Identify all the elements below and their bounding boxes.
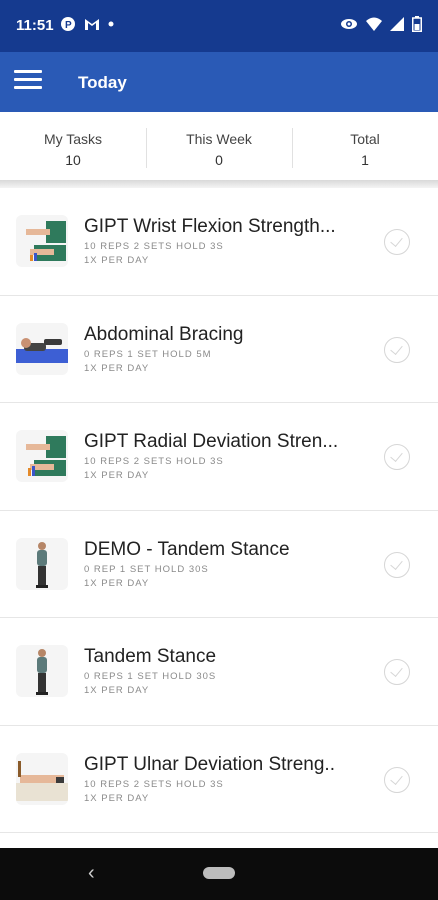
battery-icon bbox=[412, 16, 422, 32]
ulnar-deviation-icon bbox=[16, 752, 68, 805]
abdominal-bracing-icon bbox=[16, 322, 68, 375]
task-item[interactable]: GIPT Radial Deviation Stren... 10 REPS 2… bbox=[0, 403, 438, 511]
task-frequency: 1x PER DAY bbox=[84, 362, 150, 374]
task-item[interactable]: GIPT Ulnar Deviation Streng.. 10 REPS 2 … bbox=[0, 725, 438, 833]
status-time: 11:51 bbox=[16, 17, 54, 34]
app-bar: Today bbox=[0, 52, 438, 112]
stat-label: My Tasks bbox=[43, 131, 103, 147]
task-title: DEMO - Tandem Stance bbox=[84, 538, 290, 560]
divider bbox=[0, 180, 438, 188]
task-frequency: 1x PER DAY bbox=[84, 685, 150, 696]
hamburger-icon-line bbox=[14, 86, 42, 89]
task-item[interactable]: GIPT Wrist Flexion Strength... 10 REPS 2… bbox=[0, 188, 438, 296]
task-meta: 0 REPS 1 SET HOLD 30s bbox=[84, 671, 217, 682]
complete-check-icon[interactable] bbox=[384, 336, 410, 363]
task-title: Tandem Stance bbox=[84, 646, 217, 667]
tandem-stance-icon bbox=[16, 537, 68, 590]
home-pill-icon[interactable] bbox=[203, 867, 235, 879]
task-frequency: 1x PER DAY bbox=[84, 470, 150, 481]
task-meta: 10 REPS 2 SETS HOLD 3s bbox=[84, 778, 224, 790]
complete-check-icon[interactable] bbox=[384, 766, 410, 793]
task-title: GIPT Radial Deviation Stren... bbox=[84, 431, 339, 452]
wrist-flexion-icon bbox=[16, 215, 68, 267]
task-title: Abdominal Bracing bbox=[84, 323, 244, 345]
hamburger-icon-line bbox=[14, 78, 42, 81]
stat-value: 0 bbox=[215, 152, 223, 168]
task-frequency: 1x PER DAY bbox=[84, 792, 150, 804]
task-item[interactable]: Abdominal Bracing 0 REPS 1 SET HOLD 5m 1… bbox=[0, 295, 438, 403]
radial-deviation-icon bbox=[16, 430, 68, 482]
status-bar: 11:51 P bbox=[0, 0, 438, 52]
complete-check-icon[interactable] bbox=[384, 551, 410, 578]
task-title: GIPT Ulnar Deviation Streng.. bbox=[84, 753, 335, 775]
tandem-stance-icon bbox=[16, 645, 68, 697]
stat-value: 1 bbox=[361, 152, 369, 168]
task-frequency: 1x PER DAY bbox=[84, 255, 150, 266]
task-list: GIPT Wrist Flexion Strength... 10 REPS 2… bbox=[0, 188, 438, 833]
complete-check-icon[interactable] bbox=[384, 229, 410, 255]
task-item[interactable]: Tandem Stance 0 REPS 1 SET HOLD 30s 1x P… bbox=[0, 618, 438, 726]
notification-dot-icon bbox=[108, 21, 114, 27]
task-meta: 0 REPS 1 SET HOLD 5m bbox=[84, 348, 212, 360]
stats-summary: My Tasks 10 This Week 0 Total 1 bbox=[0, 118, 438, 180]
page-title: Today bbox=[78, 73, 127, 92]
svg-text:P: P bbox=[65, 20, 72, 31]
menu-button[interactable] bbox=[14, 70, 42, 94]
signal-icon bbox=[390, 17, 404, 31]
task-meta: 0 REP 1 SET HOLD 30s bbox=[84, 563, 209, 575]
stat-total: Total 1 bbox=[292, 118, 438, 180]
wifi-icon bbox=[366, 17, 382, 31]
system-nav-bar: ‹ bbox=[0, 848, 438, 900]
complete-check-icon[interactable] bbox=[384, 444, 410, 470]
app-notification-icon: P bbox=[61, 17, 75, 31]
complete-check-icon[interactable] bbox=[384, 659, 410, 685]
stat-this-week: This Week 0 bbox=[146, 118, 292, 180]
hamburger-icon-line bbox=[14, 70, 42, 73]
stat-my-tasks: My Tasks 10 bbox=[0, 118, 146, 180]
task-meta: 10 REPS 2 SETS HOLD 3s bbox=[84, 241, 224, 252]
task-frequency: 1x PER DAY bbox=[84, 577, 150, 589]
gmail-icon bbox=[85, 19, 99, 30]
eye-icon bbox=[341, 19, 357, 29]
stat-label: Total bbox=[350, 131, 380, 147]
task-meta: 10 REPS 2 SETS HOLD 3s bbox=[84, 456, 224, 467]
task-item[interactable]: DEMO - Tandem Stance 0 REP 1 SET HOLD 30… bbox=[0, 510, 438, 618]
stat-value: 10 bbox=[65, 152, 81, 168]
task-title: GIPT Wrist Flexion Strength... bbox=[84, 216, 336, 237]
back-icon[interactable]: ‹ bbox=[88, 862, 95, 885]
stat-label: This Week bbox=[186, 131, 252, 147]
